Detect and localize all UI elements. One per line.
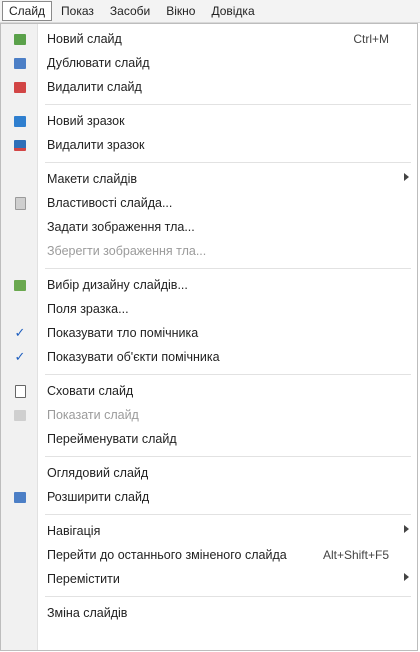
delete-master-icon [13,138,27,152]
shortcut-label: Alt+Shift+F5 [322,548,389,562]
menu-item-show-master-objects[interactable]: ✓ Показувати об'єкти помічника [1,345,417,369]
menu-item-delete-slide[interactable]: Видалити слайд [1,75,417,99]
menu-item-overview-slide[interactable]: Оглядовий слайд [1,461,417,485]
menu-bar: Слайд Показ Засоби Вікно Довідка [0,0,420,23]
menu-item-save-background: Зберегти зображення тла... [1,239,417,263]
menu-help[interactable]: Довідка [204,1,261,21]
menu-item-slide-transition[interactable]: Зміна слайдів [1,601,417,625]
menu-item-expand-slide[interactable]: Розширити слайд [1,485,417,509]
separator [1,157,417,167]
menu-item-slide-layouts[interactable]: Макети слайдів [1,167,417,191]
hide-slide-icon [13,384,27,398]
delete-slide-icon [13,80,27,94]
menu-item-label: Зміна слайдів [47,606,128,620]
menu-item-new-slide[interactable]: Новий слайд Ctrl+M [1,27,417,51]
menu-item-rename-slide[interactable]: Перейменувати слайд [1,427,417,451]
menu-item-move[interactable]: Перемістити [1,567,417,591]
menu-item-label: Показувати тло помічника [47,326,199,340]
menu-item-slide-design[interactable]: Вибір дизайну слайдів... [1,273,417,297]
menu-show[interactable]: Показ [54,1,101,21]
menu-item-duplicate-slide[interactable]: Дублювати слайд [1,51,417,75]
menu-item-new-master[interactable]: Новий зразок [1,109,417,133]
menu-item-label: Поля зразка... [47,302,129,316]
slide-dropdown-menu: Новий слайд Ctrl+M Дублювати слайд Видал… [0,23,418,651]
separator [1,99,417,109]
menu-item-navigation[interactable]: Навігація [1,519,417,543]
submenu-arrow-icon [404,573,409,581]
menu-item-label: Видалити зразок [47,138,145,152]
menu-item-label: Властивості слайда... [47,196,173,210]
submenu-arrow-icon [404,525,409,533]
submenu-arrow-icon [404,173,409,181]
menu-item-label: Видалити слайд [47,80,142,94]
separator [1,369,417,379]
separator [1,263,417,273]
menu-item-label: Перемістити [47,572,120,586]
menu-item-slide-properties[interactable]: Властивості слайда... [1,191,417,215]
menu-item-go-to-last-edited[interactable]: Перейти до останнього зміненого слайда A… [1,543,417,567]
expand-slide-icon [13,490,27,504]
menu-item-label: Сховати слайд [47,384,134,398]
menu-item-label: Макети слайдів [47,172,138,186]
checkmark-icon: ✓ [14,349,26,364]
menu-item-show-master-background[interactable]: ✓ Показувати тло помічника [1,321,417,345]
separator [1,509,417,519]
menu-item-label: Задати зображення тла... [47,220,195,234]
menu-slide[interactable]: Слайд [2,1,53,21]
duplicate-slide-icon [13,56,27,70]
show-slide-icon [13,408,27,422]
menu-item-delete-master[interactable]: Видалити зразок [1,133,417,157]
menu-item-label: Вибір дизайну слайдів... [47,278,188,292]
menu-window[interactable]: Вікно [159,1,202,21]
checkmark-icon: ✓ [14,325,26,340]
new-master-icon [13,114,27,128]
menu-item-label: Перейти до останнього зміненого слайда [47,548,287,562]
menu-item-hide-slide[interactable]: Сховати слайд [1,379,417,403]
menu-item-label: Розширити слайд [47,490,150,504]
shortcut-label: Ctrl+M [353,32,389,46]
new-slide-icon [13,32,27,46]
separator [1,451,417,461]
menu-item-master-fields[interactable]: Поля зразка... [1,297,417,321]
menu-item-label: Показати слайд [47,408,139,422]
menu-item-label: Новий слайд [47,32,122,46]
menu-item-set-background[interactable]: Задати зображення тла... [1,215,417,239]
menu-item-label: Навігація [47,524,101,538]
menu-item-label: Оглядовий слайд [47,466,149,480]
menu-item-label: Новий зразок [47,114,125,128]
menu-item-label: Показувати об'єкти помічника [47,350,220,364]
menu-item-label: Зберегти зображення тла... [47,244,207,258]
menu-item-show-slide: Показати слайд [1,403,417,427]
separator [1,591,417,601]
properties-icon [13,196,27,210]
design-icon [13,278,27,292]
menu-item-label: Перейменувати слайд [47,432,177,446]
menu-item-label: Дублювати слайд [47,56,150,70]
menu-tools[interactable]: Засоби [103,1,157,21]
